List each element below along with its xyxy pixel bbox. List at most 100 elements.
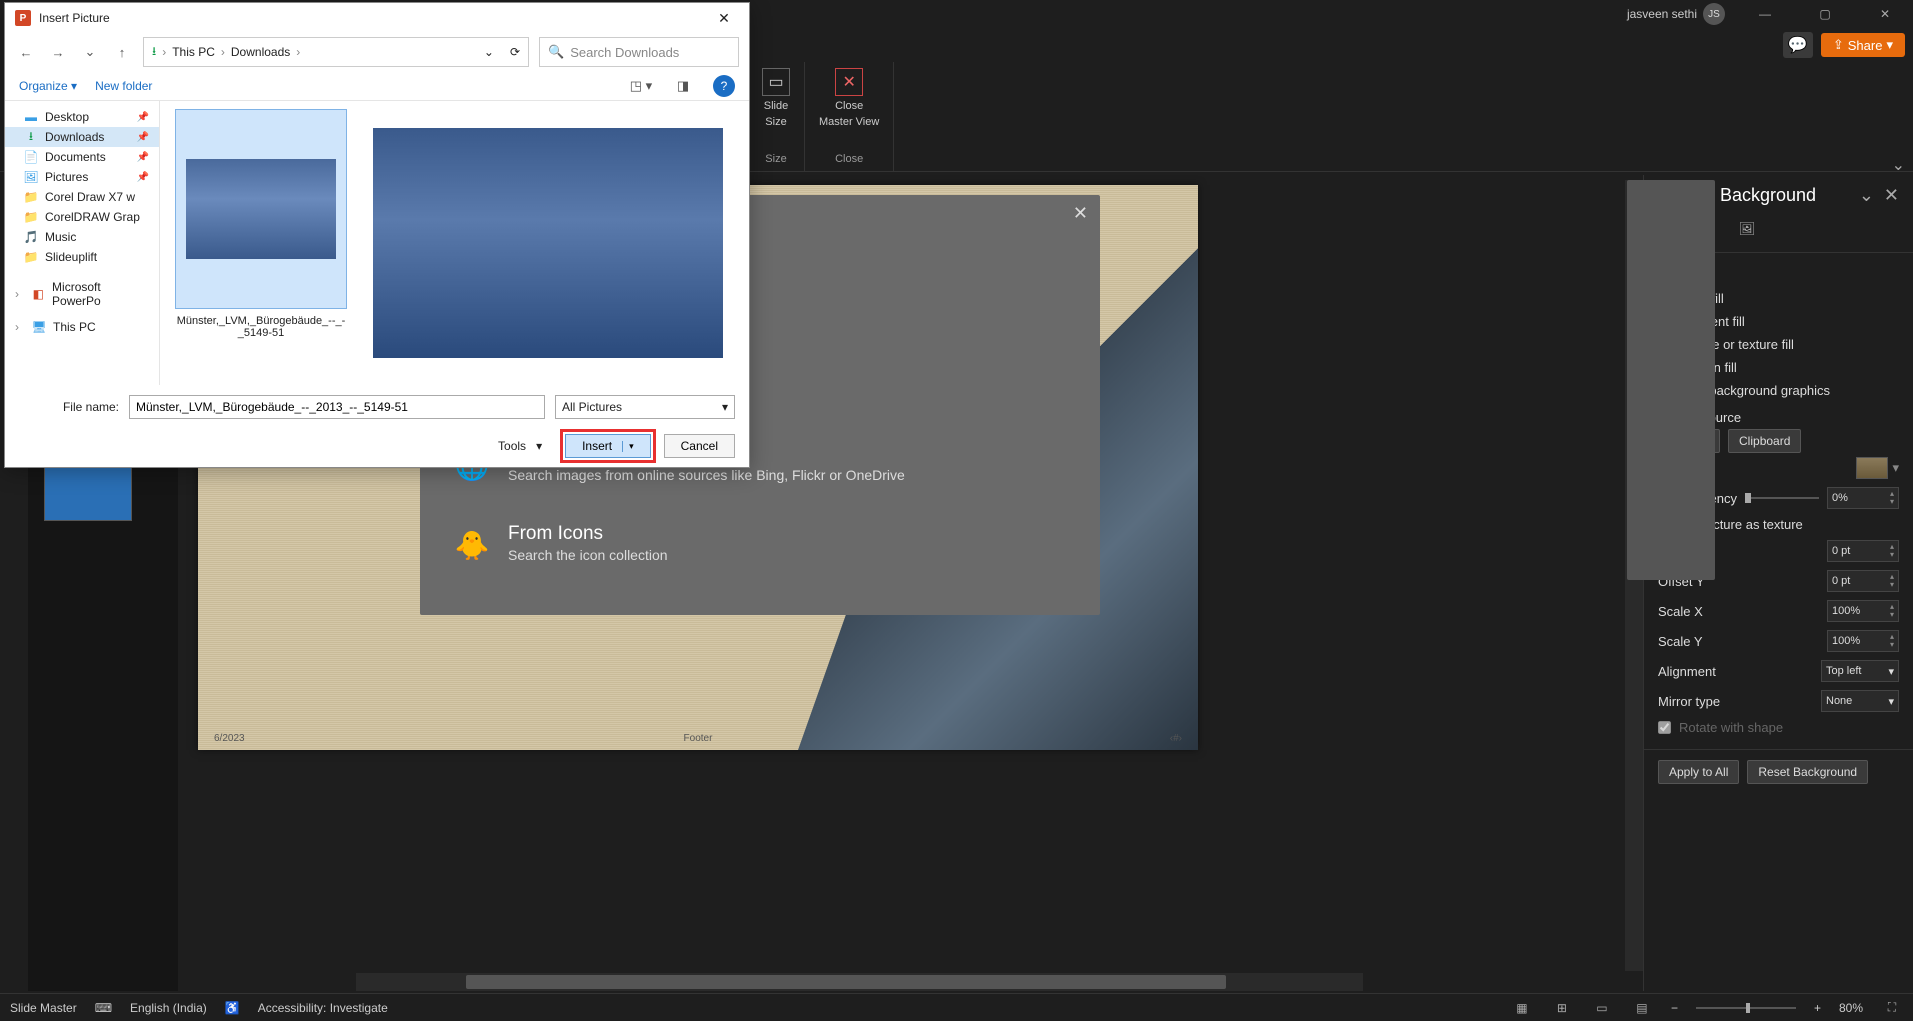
slide-size-button[interactable]: ▭ Slide Size: [762, 68, 790, 128]
preview-pane-button[interactable]: ◨: [671, 75, 695, 97]
scrollbar-thumb[interactable]: [466, 975, 1226, 989]
share-label: Share: [1848, 38, 1883, 53]
file-name-caption: Münster,_LVM,_Bürogebäude_--_-_5149-51: [168, 315, 354, 339]
spellcheck-icon[interactable]: ⌨: [95, 1001, 112, 1015]
panel-options-button[interactable]: ⌄: [1859, 185, 1874, 206]
vertical-scrollbar[interactable]: [1625, 180, 1643, 971]
zoom-slider[interactable]: [1696, 1007, 1796, 1009]
insert-split-dropdown[interactable]: ▾: [622, 441, 634, 452]
tree-item-thispc[interactable]: ›🖥This PC: [5, 317, 159, 337]
from-icons-option[interactable]: 🐥 From IconsSearch the icon collection: [420, 505, 1100, 585]
insert-picture-dialog: P Insert Picture ✕ ← → ⌄ ↑ ⭳ › This PC ›…: [4, 2, 750, 468]
search-icon: 🔍: [548, 44, 564, 60]
view-mode-label[interactable]: Slide Master: [10, 1001, 77, 1015]
slide-footer-placeholder[interactable]: Footer: [684, 733, 713, 744]
transparency-slider[interactable]: [1745, 497, 1819, 499]
help-button[interactable]: ?: [713, 75, 735, 97]
dialog-close-button[interactable]: ✕: [709, 6, 739, 30]
search-field[interactable]: 🔍 Search Downloads: [539, 37, 739, 67]
ribbon-group-close: ✕ Close Master View Close: [805, 62, 894, 171]
organize-menu[interactable]: Organize ▾: [19, 79, 77, 93]
maximize-button[interactable]: ▢: [1805, 1, 1845, 27]
path-crumb[interactable]: Downloads: [231, 45, 290, 59]
user-avatar[interactable]: JS: [1703, 3, 1725, 25]
scaley-spinner[interactable]: 100%▴▾: [1827, 630, 1899, 652]
search-placeholder: Search Downloads: [570, 45, 679, 60]
close-master-button[interactable]: ✕ Close Master View: [819, 68, 879, 128]
new-folder-button[interactable]: New folder: [95, 79, 152, 93]
tree-item-pictures[interactable]: 🖼Pictures📌: [5, 167, 159, 187]
cancel-button[interactable]: Cancel: [664, 434, 735, 458]
refresh-button[interactable]: ⟳: [510, 45, 520, 59]
horizontal-scrollbar[interactable]: [356, 973, 1363, 991]
tree-item-folder[interactable]: 📁Corel Draw X7 w: [5, 187, 159, 207]
accessibility-label[interactable]: Accessibility: Investigate: [258, 1001, 388, 1015]
insert-button-highlight: Insert▾: [560, 429, 656, 463]
texture-picker[interactable]: [1856, 457, 1888, 479]
picker-close-button[interactable]: ✕: [1073, 203, 1088, 224]
folder-tree: ▬Desktop📌 ⭳Downloads📌 📄Documents📌 🖼Pictu…: [5, 101, 160, 385]
tools-dropdown[interactable]: Tools ▾: [498, 439, 542, 453]
normal-view-button[interactable]: ▦: [1511, 998, 1533, 1018]
fit-to-window-button[interactable]: ⛶: [1881, 998, 1903, 1018]
transparency-spinner[interactable]: 0%▴▾: [1827, 487, 1899, 509]
panel-close-button[interactable]: ✕: [1884, 185, 1899, 206]
tree-item-desktop[interactable]: ▬Desktop📌: [5, 107, 159, 127]
comments-button[interactable]: 💬: [1783, 32, 1813, 58]
tree-item-folder[interactable]: 📁CorelDRAW Grap: [5, 207, 159, 227]
close-window-button[interactable]: ✕: [1865, 1, 1905, 27]
file-name-input[interactable]: [129, 395, 545, 419]
share-button[interactable]: ⇪Share▾: [1821, 33, 1905, 57]
up-button[interactable]: ↑: [111, 41, 133, 63]
zoom-level[interactable]: 80%: [1839, 1001, 1863, 1015]
apply-to-all-button[interactable]: Apply to All: [1658, 760, 1739, 784]
chevron-down-icon[interactable]: ▾: [1888, 460, 1899, 476]
accessibility-icon: ♿: [225, 1001, 240, 1015]
download-icon: ⭳: [152, 42, 156, 63]
close-master-line2: Master View: [819, 116, 879, 128]
reset-background-button[interactable]: Reset Background: [1747, 760, 1868, 784]
alignment-label: Alignment: [1658, 664, 1716, 679]
file-name-label: File name:: [19, 400, 119, 414]
file-thumbnail[interactable]: Münster,_LVM,_Bürogebäude_--_-_5149-51: [168, 109, 354, 377]
forward-button[interactable]: →: [47, 41, 69, 63]
reading-view-button[interactable]: ▭: [1591, 998, 1613, 1018]
ribbon-expand-button[interactable]: ⌄: [1892, 155, 1905, 175]
address-bar[interactable]: ⭳ › This PC › Downloads › ⌄ ⟳: [143, 37, 529, 67]
tree-item-documents[interactable]: 📄Documents📌: [5, 147, 159, 167]
slideshow-button[interactable]: ▤: [1631, 998, 1653, 1018]
status-bar: Slide Master ⌨ English (India) ♿ Accessi…: [0, 993, 1913, 1021]
offsety-spinner[interactable]: 0 pt▴▾: [1827, 570, 1899, 592]
slide-number-placeholder[interactable]: ‹#›: [1170, 733, 1182, 744]
tree-item-folder[interactable]: 📁Slideuplift: [5, 247, 159, 267]
recent-dropdown[interactable]: ⌄: [79, 41, 101, 63]
share-icon: ⇪: [1833, 37, 1844, 53]
view-mode-button[interactable]: ◳ ▾: [629, 75, 653, 97]
mirror-label: Mirror type: [1658, 694, 1720, 709]
powerpoint-icon: P: [15, 10, 31, 26]
comment-icon: 💬: [1788, 35, 1808, 55]
alignment-select[interactable]: Top left▾: [1821, 660, 1899, 682]
tree-item-powerpoint[interactable]: ›◧Microsoft PowerPo: [5, 277, 159, 311]
sorter-view-button[interactable]: ⊞: [1551, 998, 1573, 1018]
tree-item-downloads[interactable]: ⭳Downloads📌: [5, 127, 159, 147]
path-crumb[interactable]: This PC: [172, 45, 215, 59]
zoom-in-button[interactable]: +: [1814, 1001, 1821, 1015]
tree-item-music[interactable]: 🎵Music: [5, 227, 159, 247]
file-type-filter[interactable]: All Pictures▾: [555, 395, 735, 419]
language-label[interactable]: English (India): [130, 1001, 207, 1015]
scalex-spinner[interactable]: 100%▴▾: [1827, 600, 1899, 622]
offsetx-spinner[interactable]: 0 pt▴▾: [1827, 540, 1899, 562]
slide-date-placeholder[interactable]: 6/2023: [214, 733, 245, 744]
clipboard-button[interactable]: Clipboard: [1728, 429, 1801, 453]
path-dropdown-button[interactable]: ⌄: [484, 45, 494, 59]
minimize-button[interactable]: —: [1745, 1, 1785, 27]
rotate-with-shape-check: Rotate with shape: [1658, 716, 1899, 739]
insert-button[interactable]: Insert▾: [565, 434, 651, 458]
back-button[interactable]: ←: [15, 41, 37, 63]
scrollbar-thumb[interactable]: [1627, 180, 1715, 580]
picture-tab[interactable]: 🖼: [1734, 216, 1760, 242]
mirror-select[interactable]: None▾: [1821, 690, 1899, 712]
zoom-out-button[interactable]: −: [1671, 1001, 1678, 1015]
slide-size-line1: Slide: [764, 100, 788, 112]
